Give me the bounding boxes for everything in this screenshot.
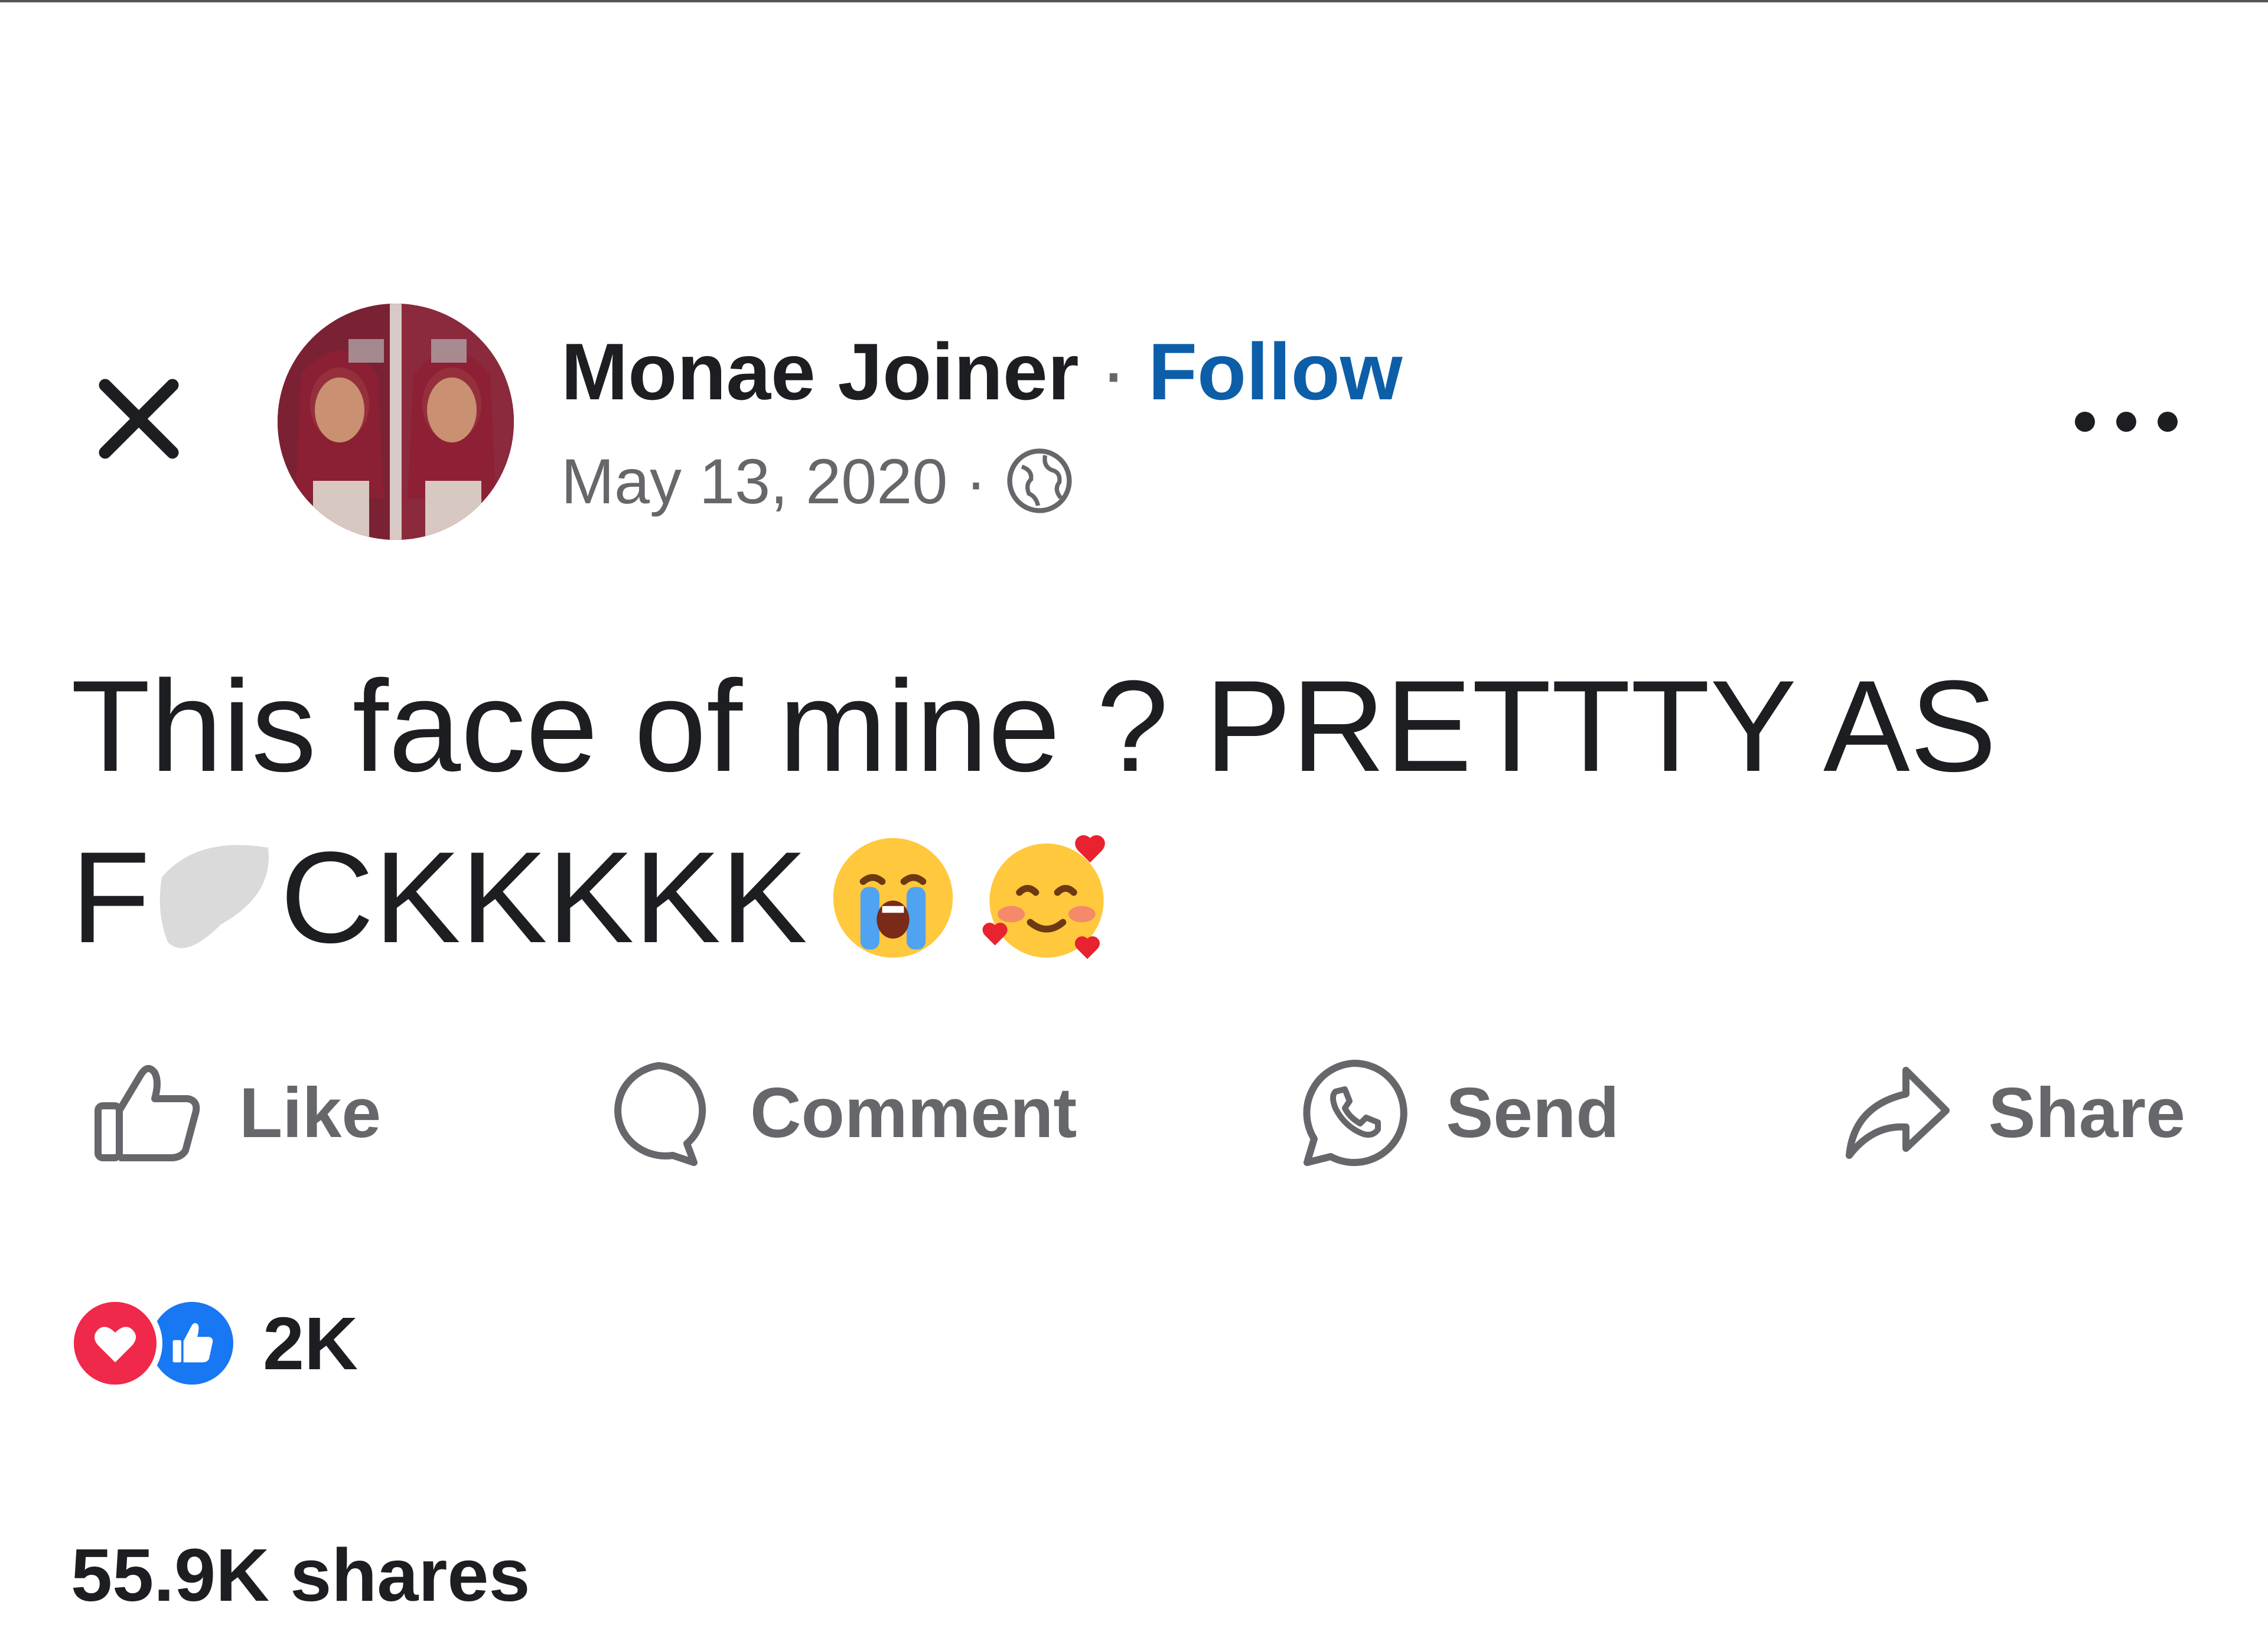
post-text-line1: This face of mine ? PRETTTY AS [71,653,1997,799]
post-text-line2-start: F [71,825,151,970]
post-date[interactable]: May 13, 2020 [561,444,947,518]
heart-icon [68,1296,162,1390]
smiling-face-with-hearts-emoji [982,835,1105,959]
author-name[interactable]: Monae Joiner [561,325,1079,418]
share-button[interactable]: Share [1837,1054,2185,1172]
avatar[interactable] [278,304,514,540]
post-actions: Like Comment Send Share [89,1060,2185,1166]
more-options-button[interactable] [2067,386,2185,457]
send-label: Send [1446,1073,1619,1152]
comment-button[interactable]: Comment [599,1054,1077,1172]
separator: · [965,445,987,517]
share-icon [1846,1067,1950,1159]
thumbs-up-icon [94,1065,200,1161]
comment-label: Comment [750,1073,1077,1152]
post-view: Monae Joiner · Follow May 13, 2020 · Thi… [0,0,2268,1638]
reaction-count: 2K [263,1301,359,1385]
comment-icon [614,1062,706,1166]
close-button[interactable] [89,369,189,469]
avatar-image [278,304,514,540]
reactions-summary[interactable]: 2K [68,1290,358,1396]
share-label: Share [1988,1073,2185,1152]
follow-button[interactable]: Follow [1148,325,1403,418]
post-text: This face of mine ? PRETTTY AS F CKKKKK [71,640,2020,983]
like-label: Like [239,1073,382,1152]
loudly-crying-face-emoji [833,838,953,958]
close-icon [99,379,179,459]
share-count[interactable]: 55.9K shares [71,1532,530,1618]
globe-icon [1004,445,1075,516]
author-line: Monae Joiner · Follow [561,324,1403,419]
whatsapp-icon [1303,1060,1407,1166]
send-button[interactable]: Send [1295,1054,1619,1172]
separator: · [1100,327,1127,416]
more-icon [2075,412,2178,432]
like-button[interactable]: Like [89,1054,381,1172]
post-meta: May 13, 2020 · [561,437,1075,525]
redaction-smudge [150,824,280,960]
post-text-line2-end: CKKKKK [280,825,807,970]
